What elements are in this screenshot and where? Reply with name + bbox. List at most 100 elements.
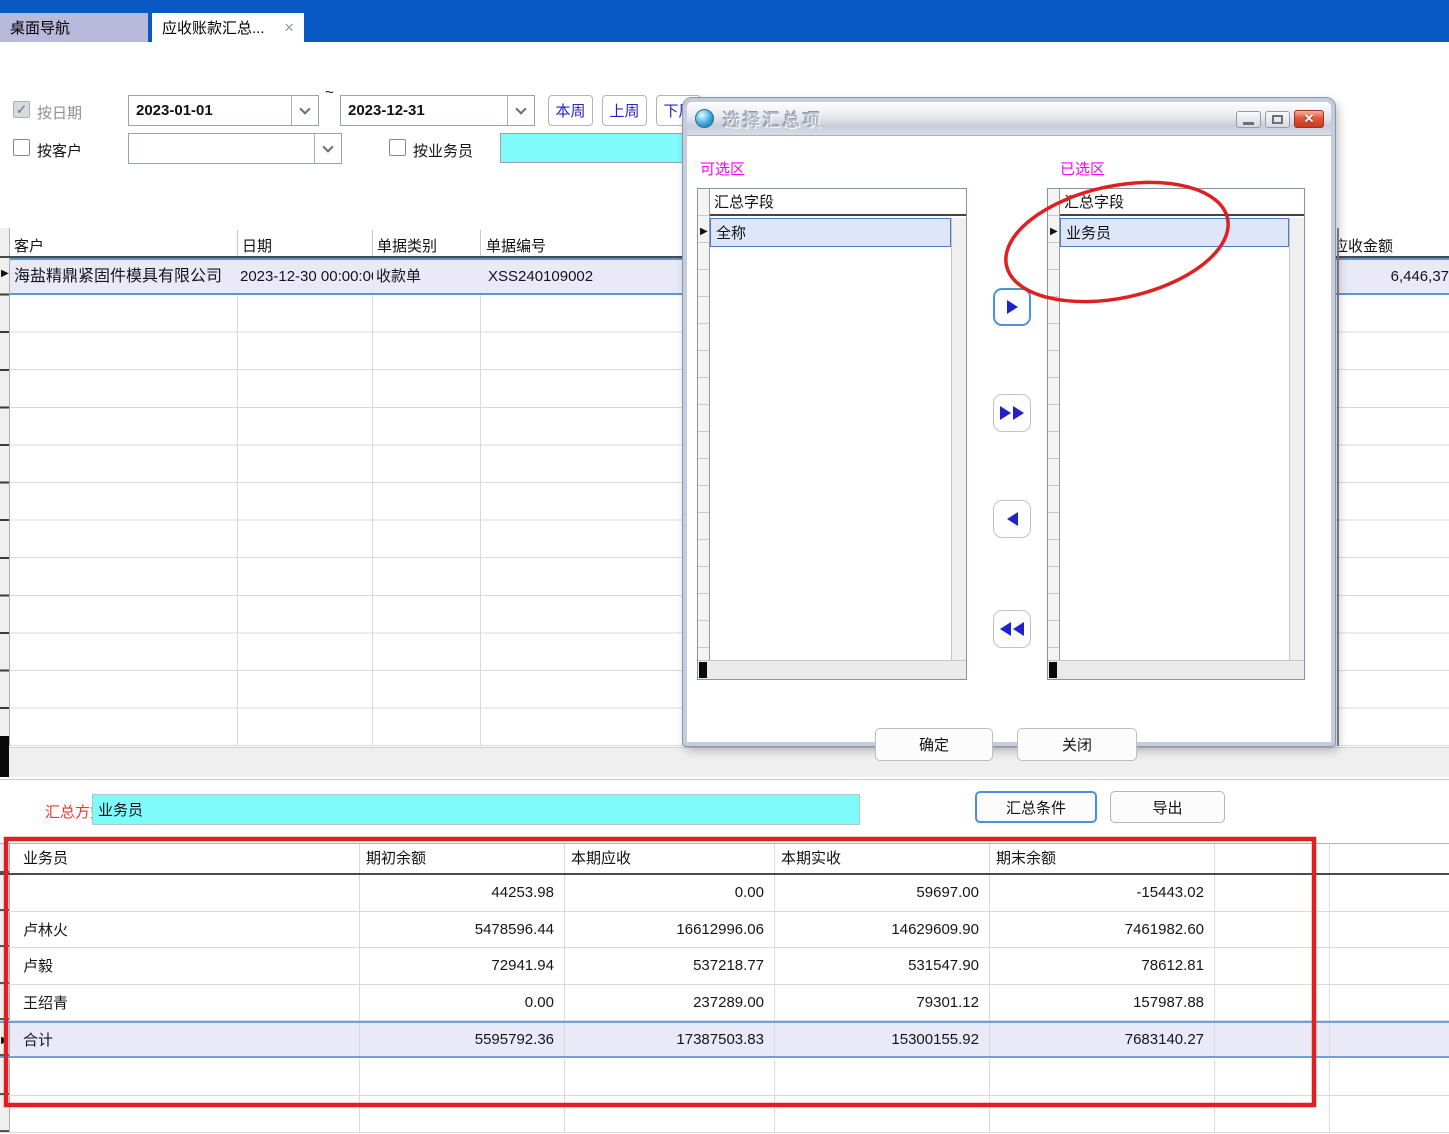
summary-row-empty (0, 1059, 1449, 1096)
row-marker-cell (0, 948, 10, 984)
summary-col-name[interactable]: 业务员 (10, 844, 360, 873)
summary-total-row[interactable]: ▶ 合计 5595792.36 17387503.83 15300155.92 … (0, 1021, 1449, 1058)
cell-receivable: 537218.77 (565, 948, 775, 984)
dialog-body: 可选区 已选区 汇总字段 ▶ 全称 汇总字段 ▶ 业务员 (687, 136, 1331, 742)
header-separator (480, 230, 481, 256)
col-header-doc-type[interactable]: 单据类别 (377, 231, 477, 256)
available-area-label: 可选区 (700, 158, 745, 179)
dialog-close-button[interactable]: 关闭 (1017, 728, 1137, 761)
summary-mode-input[interactable]: 业务员 (92, 794, 860, 825)
by-salesman-checkbox[interactable] (389, 139, 406, 156)
row-marker-cell (0, 912, 10, 948)
move-right-button[interactable] (993, 288, 1031, 326)
summary-condition-label: 汇总条件 (1006, 797, 1066, 818)
by-date-checkbox[interactable]: ✓ (13, 101, 30, 118)
row-marker-cell (0, 1059, 10, 1095)
tab-desktop-nav[interactable]: 桌面导航 (0, 13, 150, 42)
ok-button[interactable]: 确定 (875, 728, 993, 761)
selected-area-label: 已选区 (1060, 158, 1105, 179)
summary-col-received[interactable]: 本期实收 (775, 844, 990, 873)
customer-dropdown-button[interactable] (314, 134, 341, 163)
cell-doc-no: XSS240109002 (488, 260, 688, 293)
col-header-date[interactable]: 日期 (242, 231, 367, 256)
dialog-title: 选择汇总项 (723, 106, 823, 131)
tab-ar-summary-label: 应收账款汇总... (162, 17, 265, 38)
summary-col-closing[interactable]: 期末余额 (990, 844, 1215, 873)
available-list-hscrollbar[interactable] (698, 660, 966, 679)
minimize-button[interactable] (1236, 111, 1261, 128)
move-left-button[interactable] (993, 500, 1031, 538)
col-header-customer[interactable]: 客户 (14, 231, 234, 256)
this-week-button[interactable]: 本周 (548, 95, 593, 126)
summary-row[interactable]: 卢毅 72941.94 537218.77 531547.90 78612.81 (0, 948, 1449, 985)
cell-receivable: 17387503.83 (565, 1023, 775, 1056)
globe-icon (695, 109, 714, 128)
cell-empty (1215, 1023, 1330, 1056)
cell-received: 15300155.92 (775, 1023, 990, 1056)
cell-empty (1330, 1023, 1449, 1056)
available-item[interactable]: 全称 (710, 218, 951, 247)
date-from-input[interactable]: 2023-01-01 (128, 95, 319, 126)
app-window: 桌面导航 应收账款汇总... × ✓ 按日期 2023-01-01 ~ 2023… (0, 0, 1449, 1134)
last-week-button[interactable]: 上周 (602, 95, 647, 126)
this-week-label: 本周 (555, 100, 585, 121)
tab-close-icon[interactable]: × (284, 19, 294, 36)
col-header-doc-no[interactable]: 单据编号 (486, 231, 676, 256)
cell-amount: 6,446,37 (1339, 260, 1449, 293)
date-range-tilde: ~ (325, 84, 334, 101)
summary-row[interactable]: 44253.98 0.00 59697.00 -15443.02 (0, 875, 1449, 912)
customer-select[interactable] (128, 133, 342, 164)
cell-receivable: 237289.00 (565, 985, 775, 1021)
summary-row[interactable]: 王绍青 0.00 237289.00 79301.12 157987.88 (0, 985, 1449, 1022)
maximize-icon (1272, 115, 1283, 124)
by-salesman-label: 按业务员 (413, 140, 473, 161)
grid-line (237, 295, 238, 746)
salesman-input[interactable] (500, 133, 700, 163)
main-scrollbar-thumb[interactable] (0, 736, 9, 777)
arrow-right-icon (1013, 406, 1024, 420)
selected-list-hscrollbar[interactable] (1048, 660, 1304, 679)
date-to-dropdown-button[interactable] (507, 96, 534, 125)
dialog-title-bar[interactable]: 选择汇总项 ✕ (687, 102, 1331, 136)
cell-opening: 72941.94 (360, 948, 565, 984)
selected-item[interactable]: 业务员 (1060, 218, 1289, 247)
date-to-value: 2023-12-31 (348, 102, 425, 119)
last-week-label: 上周 (609, 100, 639, 121)
close-button[interactable]: ✕ (1294, 110, 1324, 128)
row-marker-cell (0, 985, 10, 1021)
summary-col-receivable[interactable]: 本期应收 (565, 844, 775, 873)
maximize-button[interactable] (1265, 111, 1290, 128)
by-customer-checkbox[interactable] (13, 139, 30, 156)
available-list-vscrollbar[interactable] (951, 218, 966, 660)
available-item-label: 全称 (716, 222, 746, 243)
summary-condition-button[interactable]: 汇总条件 (975, 791, 1097, 823)
col-header-amount[interactable]: 应收金额 (1339, 235, 1393, 256)
close-icon: ✕ (1304, 111, 1315, 127)
grid-line (480, 295, 481, 746)
summary-col-opening[interactable]: 期初余额 (360, 844, 565, 873)
tab-ar-summary[interactable]: 应收账款汇总... × (152, 13, 304, 42)
summary-table-header: 业务员 期初余额 本期应收 本期实收 期末余额 (0, 843, 1449, 875)
dialog-close-label: 关闭 (1062, 734, 1092, 755)
available-fields-list[interactable]: 汇总字段 ▶ 全称 (697, 188, 967, 680)
move-all-right-button[interactable] (993, 394, 1031, 432)
date-from-dropdown-button[interactable] (291, 96, 318, 125)
cell-opening: 5595792.36 (360, 1023, 565, 1056)
hscroll-thumb[interactable] (1049, 662, 1057, 678)
summary-row[interactable]: 卢林火 5478596.44 16612996.06 14629609.90 7… (0, 912, 1449, 949)
cell-salesman: 卢林火 (10, 912, 360, 948)
selected-list-vscrollbar[interactable] (1289, 218, 1304, 660)
grid-line (372, 295, 373, 746)
cell-salesman: 卢毅 (10, 948, 360, 984)
main-horizontal-scrollbar[interactable] (0, 747, 1449, 777)
arrow-right-icon (1000, 406, 1011, 420)
by-date-label: 按日期 (37, 102, 82, 123)
export-label: 导出 (1152, 797, 1182, 818)
cell-opening: 0.00 (360, 985, 565, 1021)
selected-fields-list[interactable]: 汇总字段 ▶ 业务员 (1047, 188, 1305, 680)
move-all-left-button[interactable] (993, 610, 1031, 648)
date-to-input[interactable]: 2023-12-31 (340, 95, 535, 126)
export-button[interactable]: 导出 (1110, 791, 1225, 823)
cell-opening: 5478596.44 (360, 912, 565, 948)
hscroll-thumb[interactable] (699, 662, 707, 678)
